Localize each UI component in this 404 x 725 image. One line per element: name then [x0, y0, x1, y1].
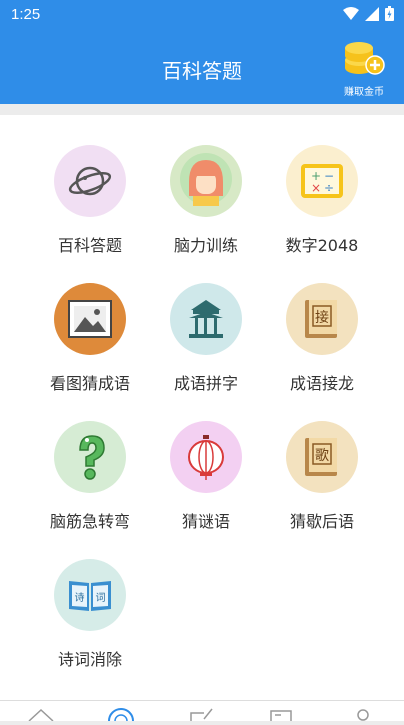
game-item-idiom-spell[interactable]: 成语拼字 — [146, 283, 266, 394]
game-item-brain[interactable]: 脑力训练 — [146, 145, 266, 256]
svg-text:×: × — [311, 181, 321, 195]
bottom-tab-bar — [0, 700, 404, 725]
game-item-picture-idiom[interactable]: 看图猜成语 — [30, 283, 150, 394]
game-item-baike[interactable]: 百科答题 — [30, 145, 150, 256]
status-bar: 1:25 — [0, 0, 404, 30]
app-header: 百科答题 赚取金币 — [0, 30, 404, 104]
earn-coins-button[interactable]: 赚取金币 — [334, 36, 394, 98]
math-board-icon: + × − ÷ — [286, 145, 358, 217]
tab-answer[interactable] — [106, 705, 136, 725]
pavilion-icon — [170, 283, 242, 355]
svg-text:诗: 诗 — [75, 591, 85, 604]
home-icon — [28, 708, 54, 722]
game-label: 猜谜语 — [181, 512, 230, 531]
answer-icon — [108, 708, 134, 725]
game-label: 看图猜成语 — [49, 374, 130, 393]
game-label: 百科答题 — [57, 236, 122, 255]
game-item-xiehouyu[interactable]: 歌 猜歇后语 — [262, 421, 382, 532]
tab-home[interactable] — [26, 705, 56, 722]
game-item-brain-teaser[interactable]: 脑筋急转弯 — [30, 421, 150, 532]
game-label: 脑筋急转弯 — [49, 512, 130, 531]
poem-book-icon: 诗词 — [54, 559, 126, 631]
girl-icon — [170, 145, 242, 217]
tab-card[interactable] — [266, 705, 296, 724]
games-panel: 百科答题 脑力训练 + × − ÷ 数字2048 看图猜成语 成语拼字 接 成语接龙 — [0, 115, 404, 700]
tab-profile[interactable] — [348, 705, 378, 721]
tab-edit[interactable] — [186, 705, 216, 721]
svg-text:歌: 歌 — [315, 448, 329, 464]
game-label: 数字2048 — [285, 236, 359, 255]
lantern-icon — [170, 421, 242, 493]
question-mark-icon — [54, 421, 126, 493]
book-ge-icon: 歌 — [286, 421, 358, 493]
game-label: 成语接龙 — [289, 374, 354, 393]
game-label: 脑力训练 — [173, 236, 238, 255]
svg-text:词: 词 — [96, 592, 106, 604]
game-label: 猜歇后语 — [289, 512, 354, 531]
game-item-2048[interactable]: + × − ÷ 数字2048 — [262, 145, 382, 256]
game-item-poem-eliminate[interactable]: 诗词 诗词消除 — [30, 559, 150, 670]
card-icon — [270, 710, 292, 724]
book-jie-icon: 接 — [286, 283, 358, 355]
wifi-icon — [343, 6, 359, 20]
game-label: 诗词消除 — [57, 650, 122, 669]
game-item-idiom-chain[interactable]: 接 成语接龙 — [262, 283, 382, 394]
planet-icon — [54, 145, 126, 217]
battery-icon — [385, 6, 394, 21]
svg-text:÷: ÷ — [324, 181, 334, 195]
signal-icon — [365, 6, 379, 21]
svg-text:接: 接 — [315, 309, 329, 326]
coin-stack-icon — [345, 42, 385, 75]
picture-icon — [54, 283, 126, 355]
game-label: 成语拼字 — [173, 374, 238, 393]
edit-icon — [190, 708, 213, 721]
status-icons — [343, 6, 394, 21]
status-time: 1:25 — [11, 6, 41, 23]
profile-icon — [357, 709, 369, 721]
earn-coins-label: 赚取金币 — [344, 87, 384, 98]
game-item-riddle[interactable]: 猜谜语 — [146, 421, 266, 532]
